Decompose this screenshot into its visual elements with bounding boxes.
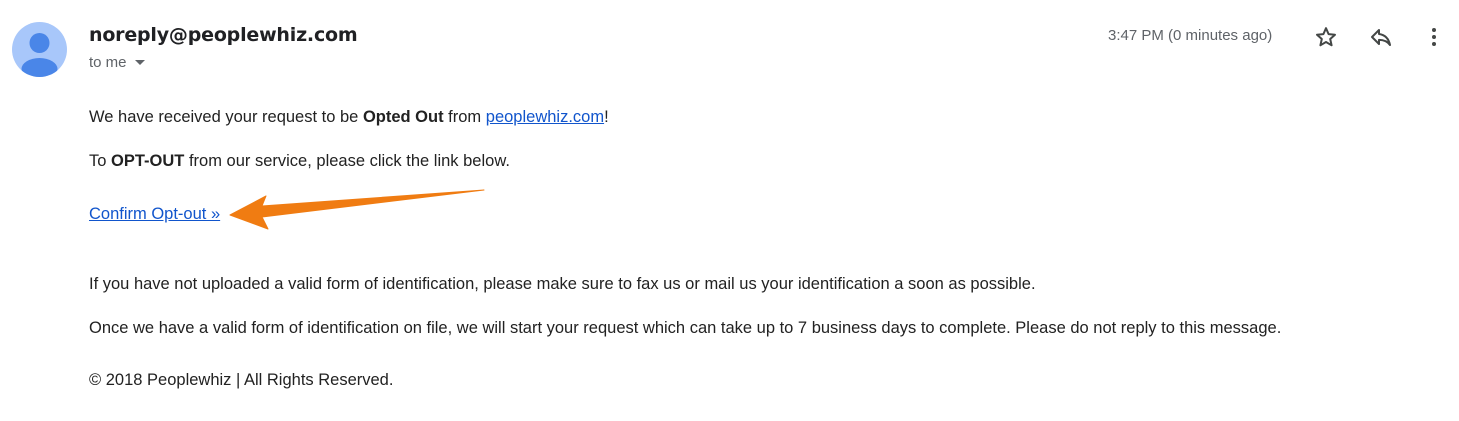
line2-bold: OPT-OUT — [111, 152, 185, 170]
reply-button[interactable] — [1366, 22, 1396, 52]
line1-bold: Opted Out — [362, 108, 444, 126]
reply-icon — [1371, 29, 1391, 46]
message-line-identification: If you have not uploaded a valid form of… — [89, 275, 1036, 293]
star-icon — [1316, 27, 1336, 47]
message-line-opted-out: We have received your request to be Opte… — [89, 108, 609, 127]
line1-suffix: ! — [604, 108, 609, 126]
star-button[interactable] — [1311, 22, 1341, 52]
confirm-opt-out-link[interactable]: Confirm Opt-out » — [89, 205, 220, 224]
sender-email[interactable]: noreply@peoplewhiz.com — [89, 24, 358, 46]
message-line-processing: Once we have a valid form of identificat… — [89, 319, 1282, 337]
orange-arrow-annotation — [229, 189, 485, 230]
recipient-label: to me — [89, 54, 127, 71]
message-line-opt-out-instruction: To OPT-OUT from our service, please clic… — [89, 152, 510, 171]
caret-down-icon — [134, 60, 145, 65]
recipient-details-toggle[interactable]: to me — [89, 54, 145, 71]
copyright-footer: © 2018 Peoplewhiz | All Rights Reserved. — [89, 371, 394, 389]
line2-prefix: To — [89, 152, 112, 170]
line1-prefix: We have received your request to be — [89, 108, 363, 126]
more-vert-icon — [1432, 28, 1436, 46]
line1-middle: from — [443, 108, 486, 126]
peoplewhiz-link[interactable]: peoplewhiz.com — [486, 108, 604, 126]
more-options-button[interactable] — [1419, 22, 1449, 52]
line2-suffix: from our service, please click the link … — [184, 152, 510, 170]
email-view: noreply@peoplewhiz.com to me 3:47 PM (0 … — [0, 0, 1459, 421]
avatar-icon[interactable] — [12, 22, 67, 77]
timestamp: 3:47 PM (0 minutes ago) — [1108, 27, 1273, 44]
